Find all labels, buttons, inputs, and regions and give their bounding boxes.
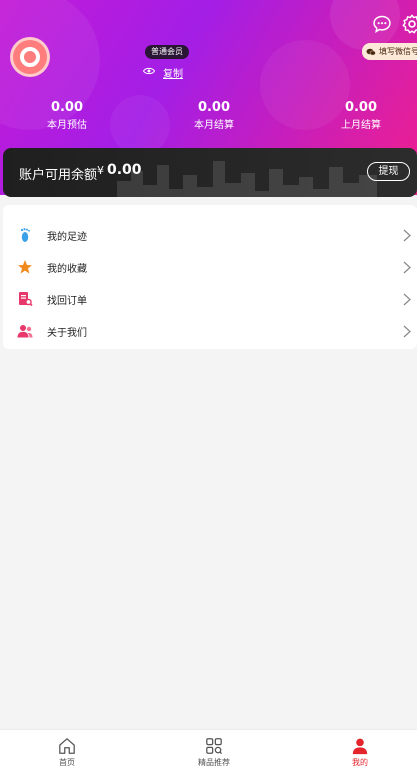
earnings-stats: 0.00 本月预估 0.00 本月结算 0.00 上月结算	[0, 100, 417, 136]
menu-item-recover-order[interactable]: 找回订单	[3, 283, 417, 315]
order-search-icon	[19, 292, 33, 307]
chevron-right-icon	[403, 229, 411, 241]
stat-this-month-settled[interactable]: 0.00 本月结算	[169, 100, 259, 134]
fill-wechat-label: 填写微信号	[379, 47, 417, 56]
home-icon	[59, 738, 75, 754]
tab-mine[interactable]: 我的	[320, 730, 400, 778]
menu-item-label: 我的足迹	[47, 231, 87, 243]
menu-item-label: 找回订单	[47, 295, 87, 307]
balance-amount: ¥0.00	[97, 162, 142, 178]
balance-amount-value: 0.00	[107, 162, 142, 178]
menu-item-about-us[interactable]: 关于我们	[3, 315, 417, 347]
bottom-tab-bar: 首页 精品推荐 我的	[0, 729, 417, 778]
balance-card: 账户可用余额 ¥0.00 提现	[3, 148, 417, 197]
grid-icon	[206, 738, 223, 755]
stat-label: 上月结算	[341, 120, 381, 131]
stat-value: 0.00	[50, 100, 84, 115]
tab-featured[interactable]: 精品推荐	[174, 730, 254, 778]
copy-link[interactable]: 复制	[163, 65, 183, 80]
stat-label: 本月预估	[47, 120, 87, 131]
menu-item-label: 关于我们	[47, 327, 87, 339]
users-icon	[17, 325, 33, 338]
avatar[interactable]	[10, 37, 50, 77]
stat-last-month-settled[interactable]: 0.00 上月结算	[316, 100, 406, 134]
star-icon	[18, 260, 32, 274]
tab-label: 精品推荐	[198, 758, 230, 767]
tab-label: 首页	[59, 758, 75, 767]
withdraw-button[interactable]: 提现	[367, 162, 410, 181]
skyline-decoration	[117, 161, 377, 197]
fill-wechat-button[interactable]: 填写微信号	[362, 43, 417, 60]
eye-icon[interactable]	[143, 66, 155, 76]
wechat-icon	[366, 48, 376, 55]
currency-symbol: ¥	[97, 164, 104, 177]
user-icon	[352, 738, 368, 755]
balance-label: 账户可用余额	[19, 168, 98, 183]
menu-item-label: 我的收藏	[47, 263, 87, 275]
tab-home[interactable]: 首页	[27, 730, 107, 778]
stat-this-month-estimate[interactable]: 0.00 本月预估	[22, 100, 112, 134]
gear-icon[interactable]	[401, 13, 417, 35]
chevron-right-icon	[403, 261, 411, 273]
stat-value: 0.00	[344, 100, 378, 115]
stat-label: 本月结算	[194, 120, 234, 131]
avatar-ring	[20, 47, 40, 67]
menu-item-footprints[interactable]: 我的足迹	[3, 219, 417, 251]
footprint-icon	[20, 228, 30, 242]
tab-label: 我的	[352, 758, 368, 767]
menu-item-favorites[interactable]: 我的收藏	[3, 251, 417, 283]
chevron-right-icon	[403, 325, 411, 337]
message-icon[interactable]	[372, 14, 392, 34]
menu-list: 我的足迹 我的收藏 找回订单 关于我们	[3, 205, 417, 349]
stat-value: 0.00	[197, 100, 231, 115]
member-level-badge: 普通会员	[145, 45, 189, 59]
chevron-right-icon	[403, 293, 411, 305]
